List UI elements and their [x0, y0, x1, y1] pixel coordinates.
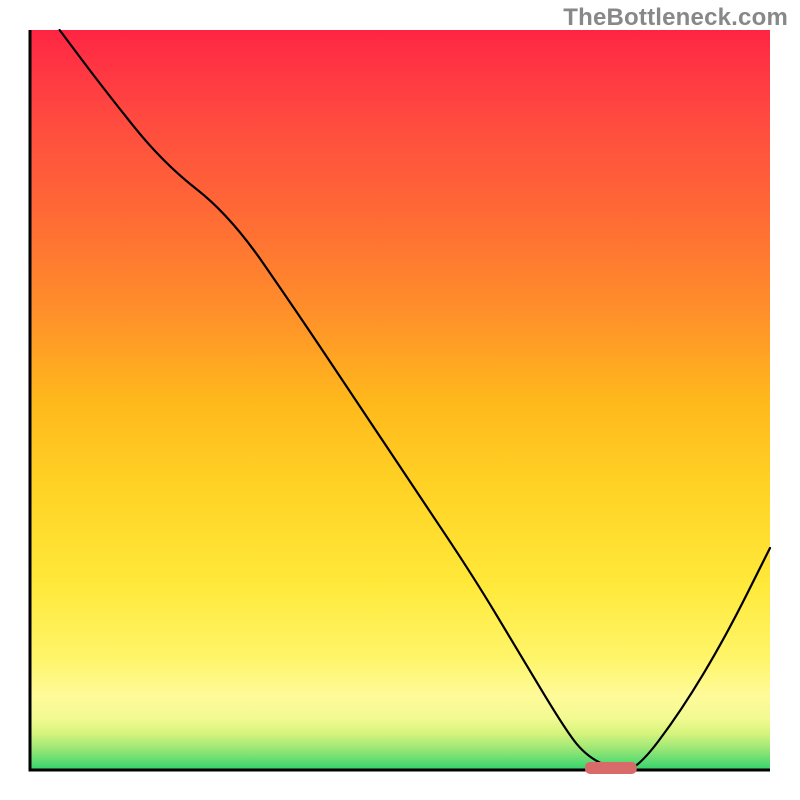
watermark-text: TheBottleneck.com	[563, 4, 788, 32]
bottleneck-marker	[585, 762, 637, 774]
chart-plot	[0, 0, 800, 800]
plot-background	[30, 30, 770, 770]
chart-container: TheBottleneck.com	[0, 0, 800, 800]
